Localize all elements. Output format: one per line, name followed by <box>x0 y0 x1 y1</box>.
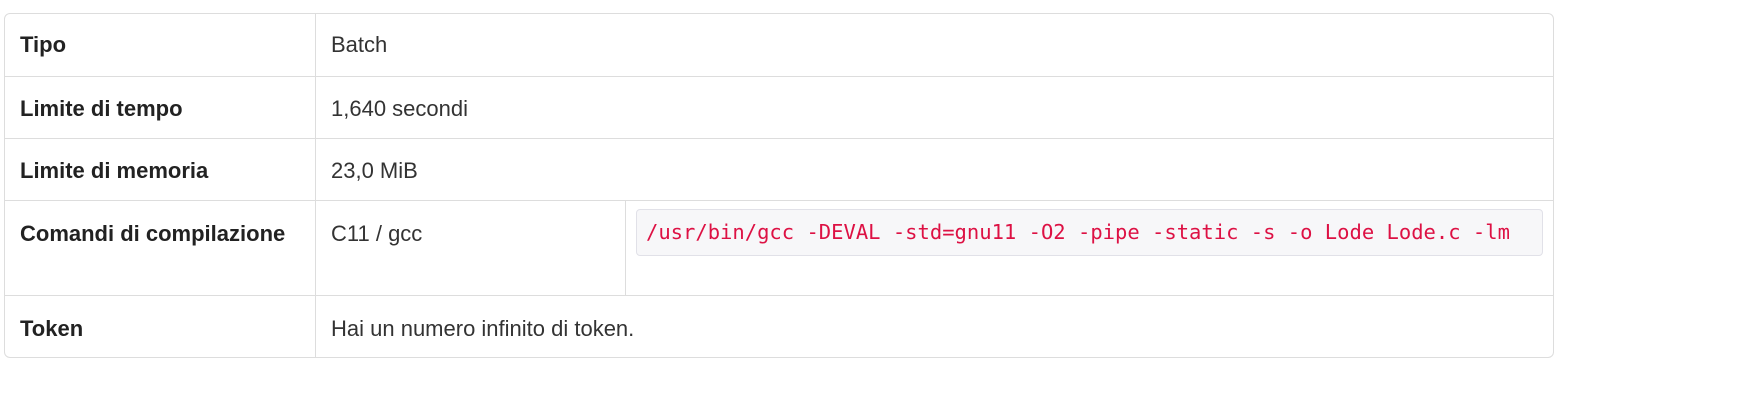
row-time-limit: Limite di tempo 1,640 secondi <box>5 76 1553 138</box>
memory-limit-label: Limite di memoria <box>5 138 315 200</box>
compile-command-code[interactable]: /usr/bin/gcc -DEVAL -std=gnu11 -O2 -pipe… <box>636 209 1543 256</box>
compile-command-cell: /usr/bin/gcc -DEVAL -std=gnu11 -O2 -pipe… <box>625 200 1553 295</box>
row-memory-limit: Limite di memoria 23,0 MiB <box>5 138 1553 200</box>
task-info-panel: Tipo Batch Limite di tempo 1,640 secondi… <box>4 13 1554 358</box>
type-value: Batch <box>315 14 1553 76</box>
tokens-label: Token <box>5 295 315 357</box>
row-tokens: Token Hai un numero infinito di token. <box>5 295 1553 357</box>
compiler-language: C11 / gcc <box>315 200 625 295</box>
time-limit-label: Limite di tempo <box>5 76 315 138</box>
compilation-commands-label: Comandi di compilazione <box>5 200 315 295</box>
time-limit-value: 1,640 secondi <box>315 76 1553 138</box>
task-info-table: Tipo Batch Limite di tempo 1,640 secondi… <box>4 13 1554 358</box>
memory-limit-value: 23,0 MiB <box>315 138 1553 200</box>
row-type: Tipo Batch <box>5 14 1553 76</box>
type-label: Tipo <box>20 32 67 57</box>
row-compilation-commands: Comandi di compilazione C11 / gcc /usr/b… <box>5 200 1553 295</box>
tokens-value: Hai un numero infinito di token. <box>315 295 1553 357</box>
